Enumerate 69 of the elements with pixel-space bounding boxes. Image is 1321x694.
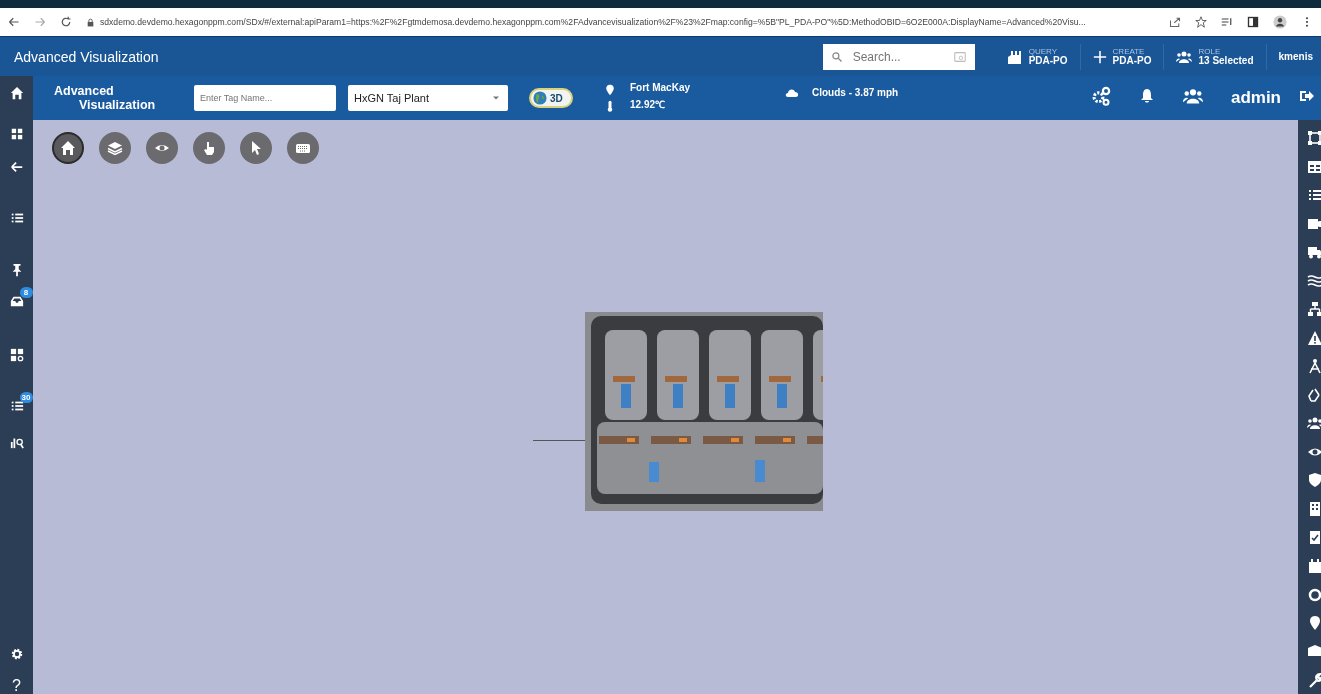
view-toggle[interactable]: 3D	[529, 88, 573, 108]
location-name: Fort MacKay	[630, 81, 690, 93]
back-arrow-icon[interactable]	[9, 160, 24, 174]
media-list-icon[interactable]	[1221, 16, 1233, 28]
weather-text: Clouds - 3.87 mph	[812, 86, 899, 98]
tag-name-field[interactable]: Enter Tag Name...	[194, 85, 336, 111]
home-tool-button[interactable]	[52, 132, 84, 164]
ring-icon[interactable]	[1307, 586, 1321, 602]
app-name: Advanced	[54, 84, 115, 98]
shield-icon[interactable]	[1307, 472, 1321, 488]
cursor-tool-button[interactable]	[240, 132, 272, 164]
plant-dropdown[interactable]: HxGN Taj Plant	[348, 85, 508, 111]
layers-tool-button[interactable]	[99, 132, 131, 164]
network-icon[interactable]	[1307, 301, 1321, 317]
users-icon[interactable]	[1182, 86, 1203, 106]
user-name[interactable]: admin	[1230, 88, 1281, 108]
frame-icon[interactable]	[1307, 130, 1321, 146]
building-icon[interactable]	[1307, 500, 1321, 517]
list-icon[interactable]	[9, 211, 24, 225]
inbox-icon[interactable]	[9, 294, 24, 308]
factory-icon[interactable]	[1006, 48, 1023, 65]
layers-icon	[107, 140, 123, 156]
search-box[interactable]: Search...	[822, 43, 975, 70]
hand-pointer-icon	[201, 140, 217, 156]
compass-icon[interactable]	[1307, 358, 1321, 374]
query-label: QUERY	[1028, 47, 1058, 56]
share-icon[interactable]	[1169, 16, 1181, 28]
box-icon[interactable]	[1307, 643, 1321, 659]
logout-icon[interactable]	[1299, 88, 1315, 104]
eye-tool-button[interactable]	[146, 132, 178, 164]
count-badge: 8	[19, 287, 33, 298]
count-badge: 30	[19, 392, 33, 403]
app-name: Visualization	[78, 98, 157, 112]
warning-icon[interactable]	[1307, 329, 1321, 346]
checklist-icon[interactable]	[1307, 187, 1321, 203]
create-value[interactable]: PDA-PO	[1112, 55, 1152, 66]
location-pin-icon	[604, 84, 616, 96]
home-icon[interactable]	[9, 86, 24, 100]
user-name[interactable]: kmenis	[1266, 51, 1321, 62]
plus-icon[interactable]	[1092, 49, 1107, 64]
side-panel-icon[interactable]	[1247, 16, 1259, 28]
create-label: CREATE	[1112, 47, 1146, 56]
truck-icon[interactable]	[1307, 244, 1321, 260]
grid-search-icon[interactable]	[9, 348, 24, 362]
grid-icon[interactable]	[9, 127, 24, 141]
clipboard-icon[interactable]	[1307, 529, 1321, 545]
home-icon	[60, 140, 76, 156]
temperature: 12.92℃	[630, 97, 667, 111]
role-label: ROLE	[1198, 47, 1222, 56]
role-value[interactable]: 13 Selected	[1198, 55, 1254, 66]
search-icon	[830, 50, 843, 63]
hand-pointer-tool-button[interactable]	[193, 132, 225, 164]
reload-icon[interactable]	[60, 16, 72, 28]
star-icon[interactable]	[1195, 16, 1207, 28]
globe-icon	[533, 91, 547, 105]
list-icon[interactable]	[9, 399, 24, 413]
users-icon[interactable]	[1307, 415, 1321, 431]
calendar-icon[interactable]	[1307, 557, 1321, 574]
pin-icon[interactable]	[1307, 614, 1321, 631]
back-icon[interactable]	[8, 16, 20, 28]
help-icon[interactable]: ?	[12, 677, 21, 694]
window-title: Advanced Visualization	[14, 48, 160, 65]
lock-icon	[86, 17, 95, 27]
wrench-icon[interactable]	[1307, 671, 1321, 688]
keyboard-tool-button[interactable]	[287, 132, 319, 164]
query-value[interactable]: PDA-PO	[1028, 55, 1068, 66]
table-icon[interactable]	[1307, 158, 1321, 175]
profile-icon[interactable]	[1273, 15, 1287, 29]
waves-icon[interactable]	[1307, 272, 1321, 289]
